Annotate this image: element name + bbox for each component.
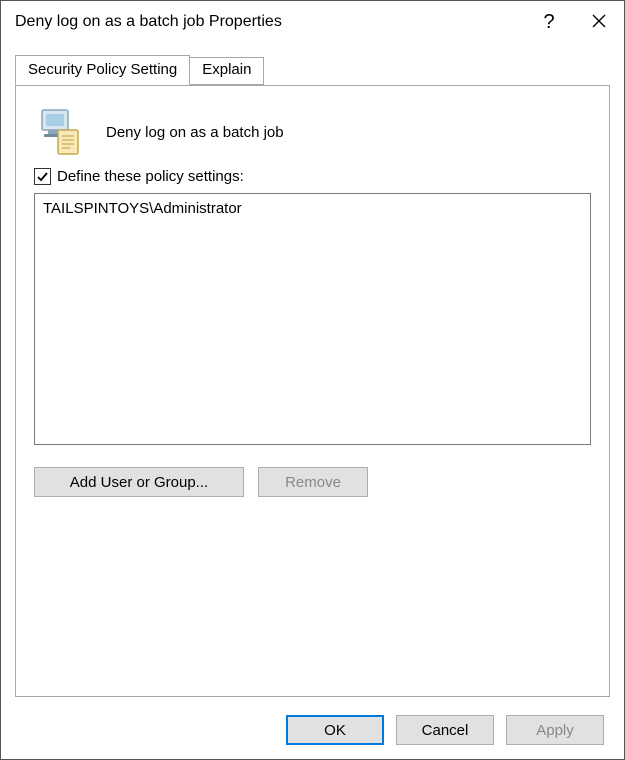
tab-security-policy[interactable]: Security Policy Setting <box>15 55 190 85</box>
list-buttons-row: Add User or Group... Remove <box>34 467 591 497</box>
apply-button: Apply <box>506 715 604 745</box>
tab-explain[interactable]: Explain <box>189 57 264 85</box>
define-policy-row: Define these policy settings: <box>34 168 591 185</box>
list-item[interactable]: TAILSPINTOYS\Administrator <box>43 198 582 219</box>
close-button[interactable] <box>574 1 624 43</box>
ok-button[interactable]: OK <box>286 715 384 745</box>
help-icon: ? <box>543 11 554 34</box>
help-button[interactable]: ? <box>524 1 574 43</box>
define-policy-label: Define these policy settings: <box>57 168 244 185</box>
content-area: Security Policy Setting Explain <box>15 55 610 697</box>
titlebar: Deny log on as a batch job Properties ? <box>1 1 624 43</box>
define-policy-checkbox[interactable] <box>34 168 51 185</box>
dialog-window: Deny log on as a batch job Properties ? … <box>0 0 625 760</box>
policy-header: Deny log on as a batch job <box>34 102 591 162</box>
remove-button: Remove <box>258 467 368 497</box>
policy-icon <box>34 104 90 160</box>
close-icon <box>592 12 606 33</box>
policy-name-label: Deny log on as a batch job <box>106 124 284 141</box>
cancel-button[interactable]: Cancel <box>396 715 494 745</box>
checkmark-icon <box>36 170 49 183</box>
dialog-footer: OK Cancel Apply <box>286 715 604 745</box>
tab-strip: Security Policy Setting Explain <box>15 55 610 85</box>
titlebar-buttons: ? <box>524 1 624 43</box>
tab-panel-security: Deny log on as a batch job Define these … <box>15 85 610 697</box>
window-title: Deny log on as a batch job Properties <box>15 13 524 31</box>
principals-listbox[interactable]: TAILSPINTOYS\Administrator <box>34 193 591 445</box>
add-user-group-button[interactable]: Add User or Group... <box>34 467 244 497</box>
